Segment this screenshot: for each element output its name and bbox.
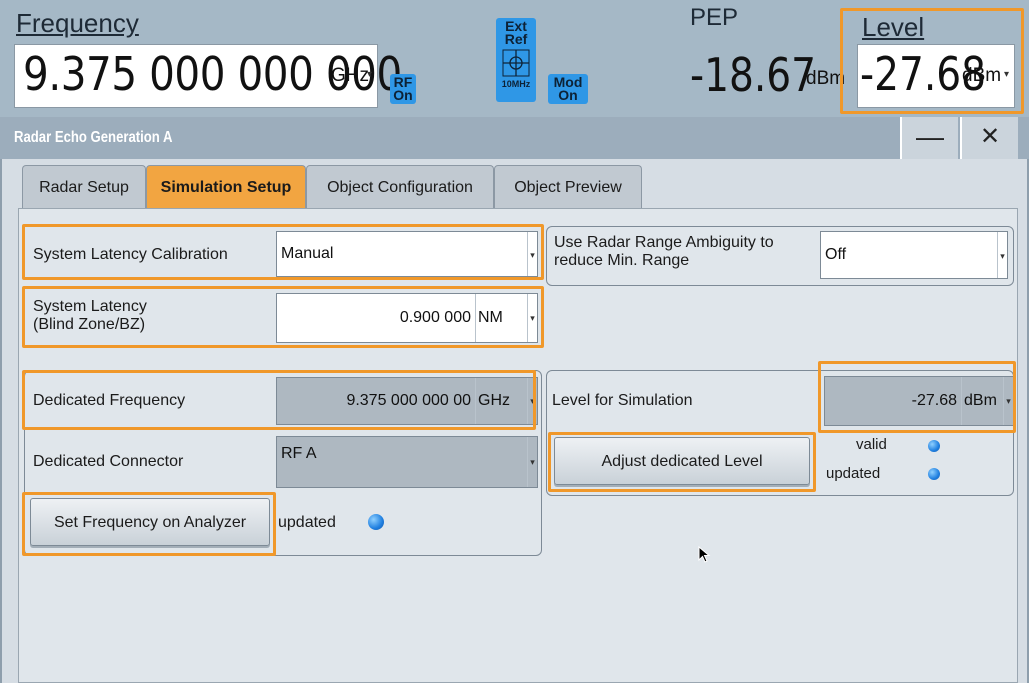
dedicated-connector-label: Dedicated Connector: [33, 453, 184, 470]
system-latency-label: System Latency (Blind Zone/BZ): [33, 298, 147, 334]
latency-calibration-select[interactable]: Manual ▾: [276, 231, 538, 277]
range-ambiguity-label-line1: Use Radar Range Ambiguity to: [554, 234, 774, 251]
dedicated-frequency-label: Dedicated Frequency: [33, 392, 186, 409]
tab-object-configuration[interactable]: Object Configuration: [306, 165, 494, 209]
dialog-title-bar: Radar Echo Generation A — ✕: [0, 117, 1029, 159]
level-unit-dropdown-icon[interactable]: ▾: [1004, 69, 1009, 80]
range-ambiguity-label: Use Radar Range Ambiguity to reduce Min.…: [554, 234, 774, 270]
level-label[interactable]: Level: [862, 12, 924, 43]
adjust-dedicated-level-button[interactable]: Adjust dedicated Level: [554, 437, 810, 485]
dedicated-frequency-unit: GHz: [475, 378, 529, 424]
mod-state: On: [558, 87, 578, 103]
system-latency-input[interactable]: 0.900 000 NM ▾: [276, 293, 538, 343]
system-latency-label-line2: (Blind Zone/BZ): [33, 316, 146, 333]
chevron-down-icon: ▾: [527, 378, 537, 424]
chevron-down-icon: ▾: [527, 232, 537, 276]
chevron-down-icon: ▾: [527, 437, 537, 487]
frequency-status-led: [368, 514, 384, 530]
dedicated-frequency-display: 9.375 000 000 00 GHz ▾: [276, 377, 538, 425]
rf-state: On: [393, 87, 413, 103]
reference-crosshair-icon: [502, 49, 530, 77]
frequency-unit[interactable]: GHz: [331, 65, 369, 87]
pep-display: -18.67 dBm: [684, 46, 846, 108]
ext-ref-button[interactable]: Ext Ref 10MHz: [496, 18, 536, 102]
chevron-down-icon: ▾: [1003, 377, 1013, 425]
range-ambiguity-select[interactable]: Off ▾: [820, 231, 1008, 279]
latency-calibration-label: System Latency Calibration: [33, 246, 228, 263]
level-unit[interactable]: dBm: [962, 65, 1001, 87]
dedicated-frequency-value: 9.375 000 000 00: [346, 392, 471, 409]
mod-on-button[interactable]: Mod On: [548, 74, 588, 104]
set-frequency-on-analyzer-button[interactable]: Set Frequency on Analyzer: [30, 498, 270, 546]
system-latency-unit[interactable]: NM: [475, 294, 529, 342]
rf-on-button[interactable]: RF On: [390, 74, 416, 104]
close-button[interactable]: ✕: [960, 117, 1018, 159]
mouse-cursor-icon: [698, 546, 711, 563]
level-for-simulation-display: -27.68 dBm ▾: [824, 376, 1014, 426]
level-for-simulation-unit: dBm: [961, 377, 1005, 425]
range-ambiguity-label-line2: reduce Min. Range: [554, 252, 690, 269]
system-latency-label-line1: System Latency: [33, 298, 147, 315]
frequency-status-label: updated: [278, 514, 336, 531]
minimize-button[interactable]: —: [900, 117, 958, 159]
frequency-unit-dropdown-icon[interactable]: ▾: [367, 69, 372, 80]
level-updated-label: updated: [826, 465, 881, 482]
level-valid-led: [928, 440, 940, 452]
pep-label: PEP: [690, 4, 739, 31]
ext-ref-label-2: Ref: [504, 31, 528, 47]
dialog-title: Radar Echo Generation A: [14, 129, 173, 146]
level-valid-label: valid: [856, 436, 887, 453]
minimize-icon: —: [916, 121, 944, 152]
tab-simulation-setup[interactable]: Simulation Setup: [146, 165, 306, 209]
tab-radar-setup[interactable]: Radar Setup: [22, 165, 146, 209]
level-field[interactable]: -27.68 dBm ▾: [857, 44, 1015, 108]
chevron-down-icon: ▾: [997, 232, 1007, 278]
pep-unit: dBm: [806, 68, 846, 89]
pep-value: -18.67: [690, 48, 817, 102]
latency-calibration-value: Manual: [281, 245, 334, 262]
level-updated-led: [928, 468, 940, 480]
dedicated-connector-select[interactable]: RF A ▾: [276, 436, 538, 488]
chevron-down-icon: ▾: [527, 294, 537, 342]
level-for-simulation-label: Level for Simulation: [552, 392, 693, 409]
ext-ref-sub-label: 10MHz: [501, 79, 531, 89]
level-for-simulation-value: -27.68: [911, 392, 957, 409]
tab-object-preview[interactable]: Object Preview: [494, 165, 642, 209]
frequency-label[interactable]: Frequency: [16, 8, 139, 39]
frequency-field[interactable]: 9.375 000 000 000 GHz ▾: [14, 44, 402, 108]
dedicated-connector-value: RF A: [281, 445, 317, 462]
close-icon: ✕: [979, 123, 1001, 150]
range-ambiguity-value: Off: [825, 246, 847, 263]
status-bar: Frequency 9.375 000 000 000 GHz ▾ RF On …: [0, 0, 1029, 117]
system-latency-value: 0.900 000: [399, 309, 471, 326]
